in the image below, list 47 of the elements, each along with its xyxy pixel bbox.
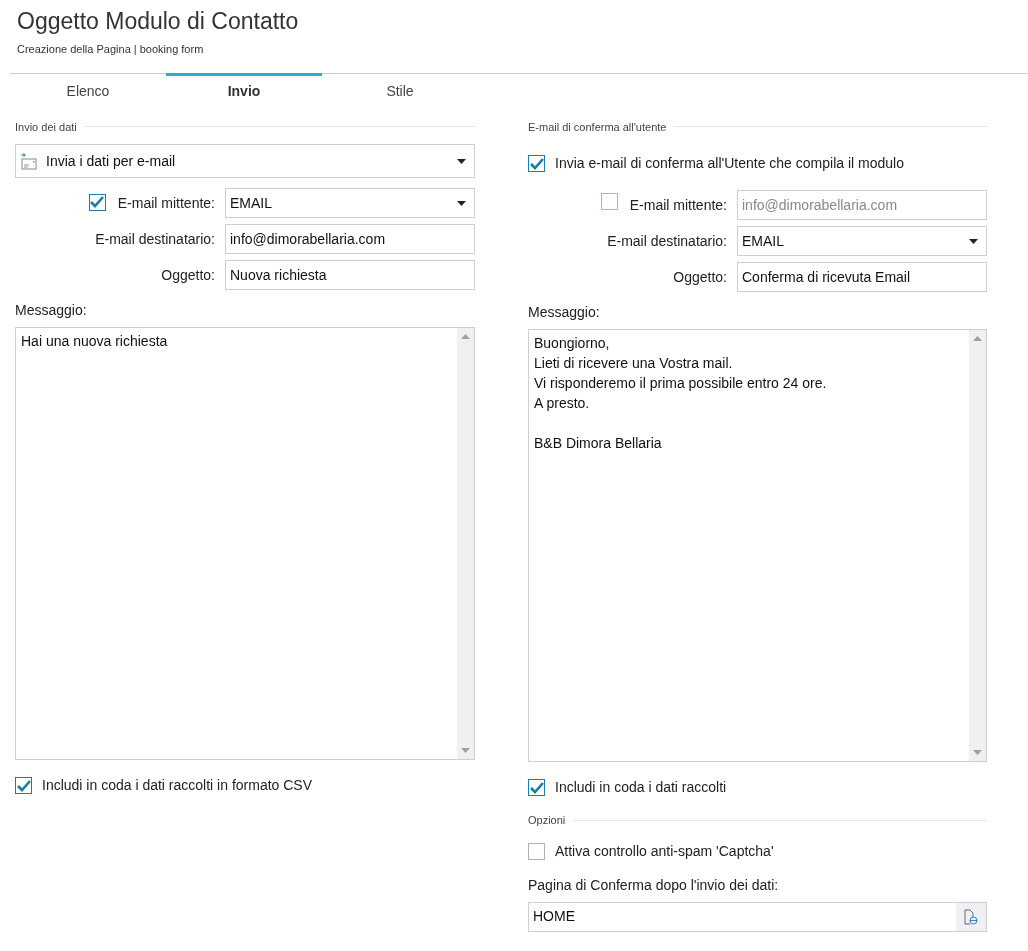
scroll-down-icon[interactable]: [973, 750, 982, 755]
scrollbar[interactable]: [457, 328, 474, 759]
page-select-field[interactable]: HOME: [528, 901, 987, 932]
field-label: Messaggio:: [528, 303, 600, 322]
field-label: E-mail destinatario:: [607, 231, 727, 251]
tab[interactable]: Elenco: [10, 72, 166, 107]
checkbox[interactable]: [528, 779, 545, 796]
section-heading: Opzioni: [528, 813, 566, 828]
input-field[interactable]: Conferma di ricevuta Email: [737, 262, 987, 292]
page-picker-button[interactable]: [956, 902, 986, 931]
scrollbar[interactable]: [969, 330, 986, 761]
message-textarea[interactable]: Hai una nuova richiesta: [15, 327, 475, 760]
checkbox-label: Includi in coda i dati raccolti in formato CSV: [42, 776, 312, 795]
message-textarea[interactable]: Buongiorno, Lieti di ricevere una Vostra mail. Vi risponderemo il prima possibile entro 24 ore. A presto. B&B Dimora Bellaria: [528, 329, 987, 762]
caret-icon: [457, 200, 466, 206]
checkbox[interactable]: [528, 842, 545, 860]
dropdown[interactable]: EMAIL: [737, 226, 987, 256]
scroll-up-icon[interactable]: [973, 336, 982, 341]
checkbox[interactable]: [528, 155, 545, 172]
field-label: E-mail mittente:: [629, 195, 727, 215]
tab[interactable]: Invio: [166, 72, 322, 107]
field-label: E-mail mittente:: [117, 193, 215, 213]
checkbox[interactable]: [88, 193, 106, 211]
tab[interactable]: Stile: [322, 72, 478, 107]
page-globe-icon: [964, 908, 978, 925]
scroll-down-icon[interactable]: [461, 748, 470, 753]
send-method-dropdown[interactable]: Invia i dati per e-mail: [15, 144, 475, 178]
scroll-up-icon[interactable]: [461, 334, 470, 339]
input-field[interactable]: Nuova richiesta: [225, 260, 475, 290]
checkbox-label: Attiva controllo anti-spam 'Captcha': [555, 841, 774, 861]
caret-icon: [969, 238, 978, 244]
input-field[interactable]: info@dimorabellaria.com: [225, 224, 475, 254]
field-label: Pagina di Conferma dopo l'invio dei dati:: [528, 875, 780, 895]
caret-icon: [457, 158, 466, 164]
field-label: Oggetto:: [673, 267, 727, 287]
checkbox[interactable]: [15, 777, 32, 794]
page-subtitle: Creazione della Pagina | booking form: [17, 42, 205, 57]
checkbox-label: Invia e-mail di conferma all'Utente che compila il modulo: [555, 154, 904, 173]
page-title: Oggetto Modulo di Contatto: [17, 7, 300, 36]
field-label: Messaggio:: [15, 301, 87, 320]
checkbox-label: Includi in coda i dati raccolti: [555, 778, 727, 797]
field-label: E-mail destinatario:: [95, 229, 215, 249]
envelope-arrow-icon: [20, 152, 38, 170]
dropdown[interactable]: EMAIL: [225, 188, 475, 218]
section-heading: Invio dei dati: [15, 119, 77, 135]
field-label: Oggetto:: [161, 265, 215, 285]
section-heading: E-mail di conferma all'utente: [528, 119, 667, 135]
